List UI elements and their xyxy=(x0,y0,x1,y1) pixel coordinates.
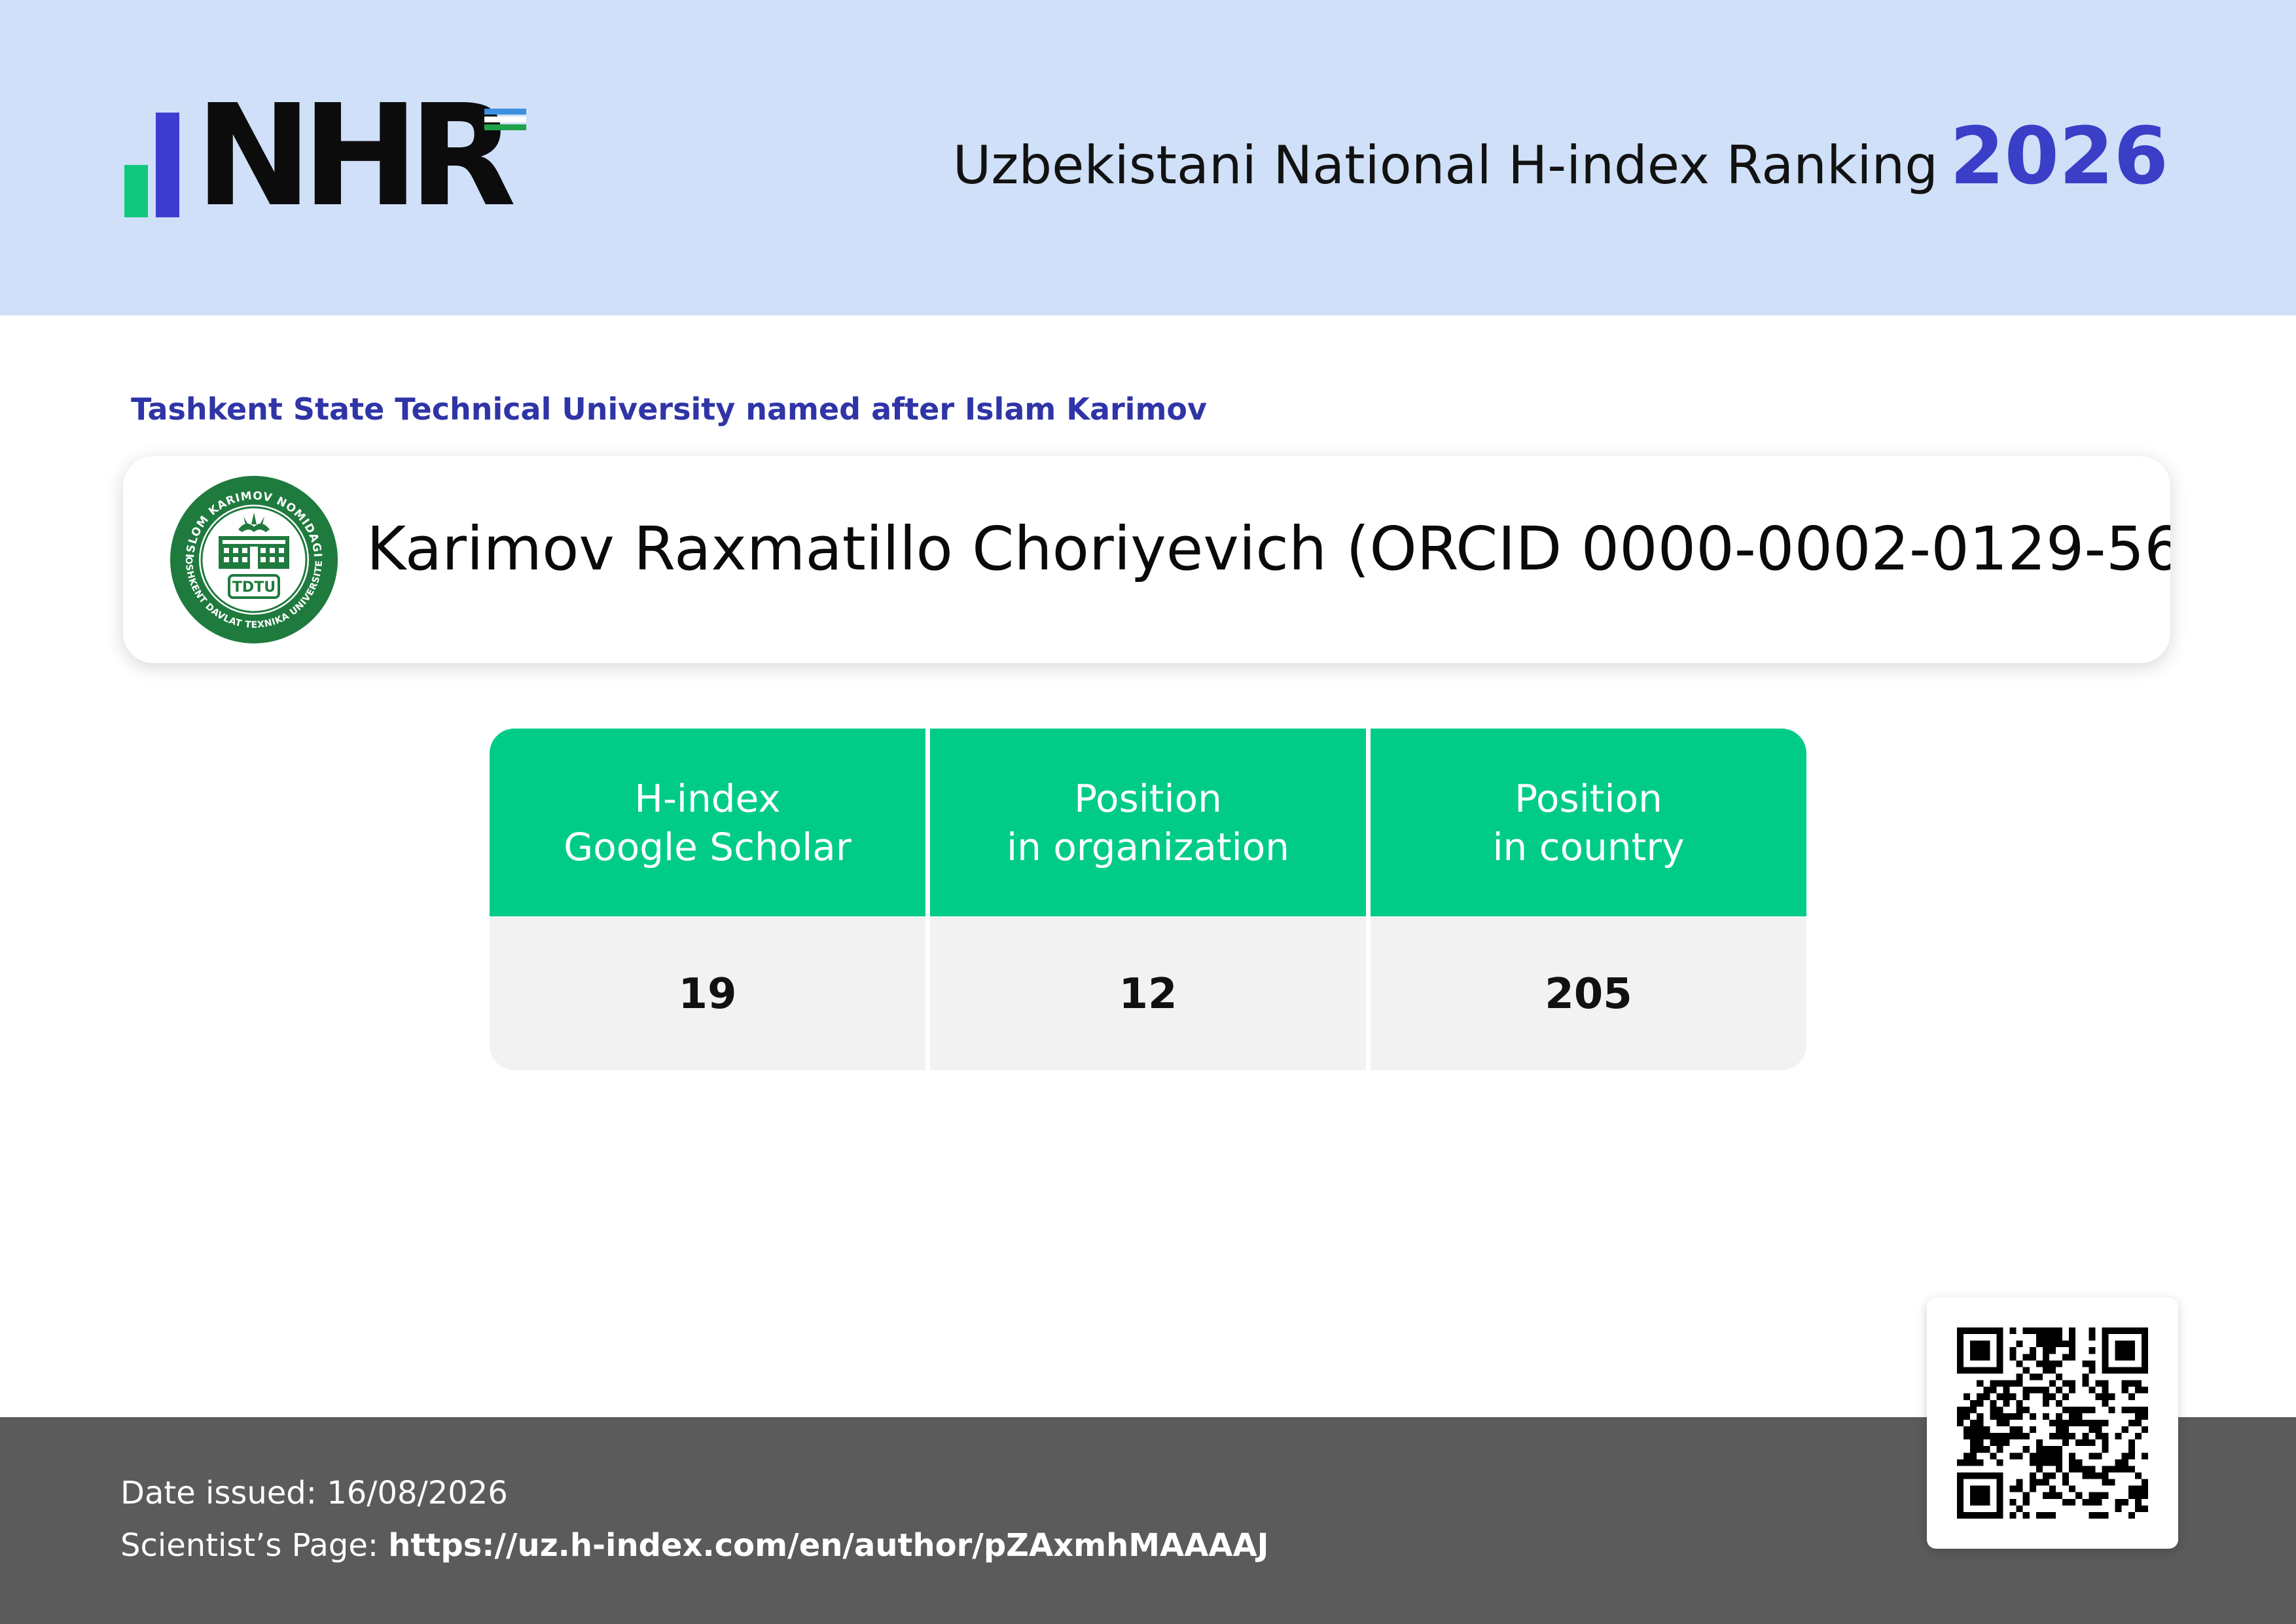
stats-column-position-country: Position in country 205 xyxy=(1371,729,1806,1070)
stats-header-line2: in country xyxy=(1492,824,1685,869)
organization-name: Tashkent State Technical University name… xyxy=(131,391,1207,427)
qr-code-card xyxy=(1927,1297,2178,1549)
stats-value-h-index: 19 xyxy=(490,918,925,1070)
stats-header-line1: Position xyxy=(1515,776,1662,821)
stats-table: H-index Google Scholar 19 Position in or… xyxy=(490,729,1806,1070)
stats-column-h-index: H-index Google Scholar 19 xyxy=(490,729,925,1070)
date-issued-value: 16/08/2026 xyxy=(327,1475,508,1511)
scientist-card: ISLOM KARIMOV NOMIDAGI TOSHKENT DAVLAT T… xyxy=(123,456,2170,663)
scientist-page-label: Scientist’s Page: xyxy=(120,1527,379,1564)
stats-header-line2: in organization xyxy=(1007,824,1289,869)
stats-header-line1: Position xyxy=(1074,776,1222,821)
scientist-page: Scientist’s Page: https://uz.h-index.com… xyxy=(120,1527,1269,1564)
ranking-title: Uzbekistani National H-index Ranking 2026 xyxy=(953,111,2168,202)
university-seal-icon: ISLOM KARIMOV NOMIDAGI TOSHKENT DAVLAT T… xyxy=(168,473,338,643)
scientist-name: Karimov Raxmatillo Choriyevich (ORCID 00… xyxy=(367,514,2170,584)
stats-value-position-organization: 12 xyxy=(930,918,1366,1070)
stats-value-position-country: 205 xyxy=(1371,918,1806,1070)
scientist-page-link[interactable]: https://uz.h-index.com/en/author/pZAxmhM… xyxy=(388,1527,1268,1564)
stats-header-line1: H-index xyxy=(634,776,781,821)
stats-header: Position in organization xyxy=(930,729,1366,916)
stats-header: Position in country xyxy=(1371,729,1806,916)
logo-text: NHR xyxy=(195,75,516,238)
seal-abbrev: TDTU xyxy=(232,579,276,596)
ranking-year: 2026 xyxy=(1950,111,2168,202)
stats-header: H-index Google Scholar xyxy=(490,729,925,916)
date-issued: Date issued: 16/08/2026 xyxy=(120,1475,508,1511)
stats-column-position-organization: Position in organization 12 xyxy=(930,729,1366,1070)
logo-bar-blue xyxy=(156,113,179,217)
uzbekistan-flag-icon xyxy=(484,109,526,131)
ranking-title-text: Uzbekistani National H-index Ranking xyxy=(952,135,1939,196)
nhr-logo: NHR xyxy=(124,86,543,226)
date-issued-label: Date issued: xyxy=(120,1475,317,1511)
qr-code-icon xyxy=(1957,1327,2148,1519)
stats-header-line2: Google Scholar xyxy=(564,824,852,869)
logo-bar-green xyxy=(124,165,148,217)
header-band: NHR Uzbekistani National H-index Ranking… xyxy=(0,0,2296,316)
